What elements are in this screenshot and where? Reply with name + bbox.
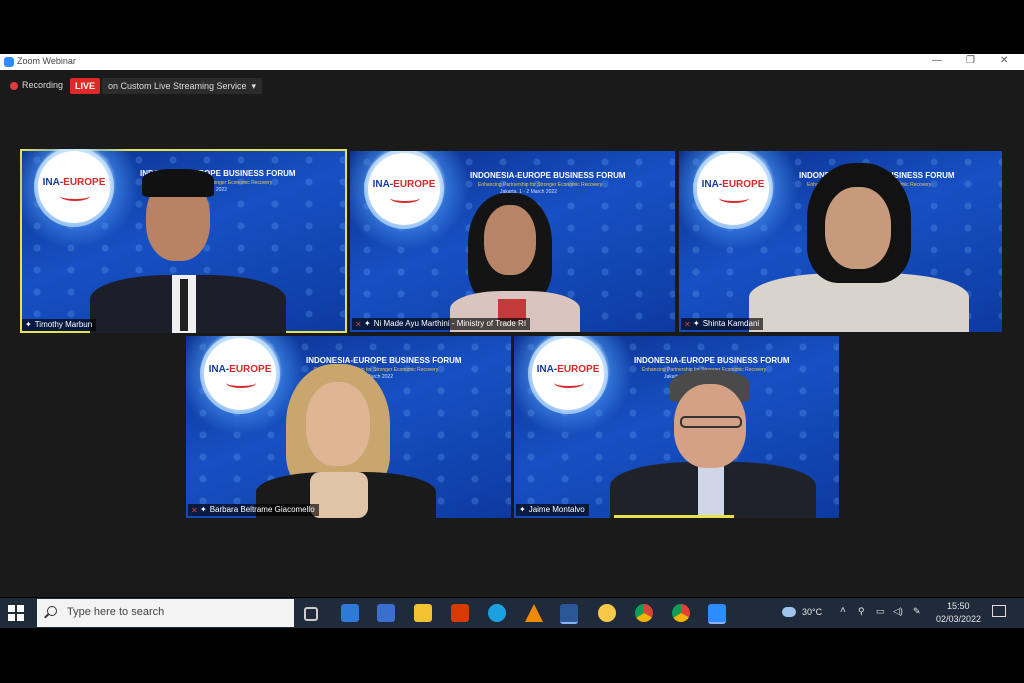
window-title: Zoom Webinar xyxy=(17,56,76,66)
pin-icon: ✦ xyxy=(693,319,700,328)
participant-video xyxy=(440,191,590,332)
minimize-icon[interactable]: — xyxy=(932,55,942,66)
forum-header: INDONESIA-EUROPE BUSINESS FORUM xyxy=(634,356,790,365)
participant-video xyxy=(250,362,440,518)
speaking-indicator xyxy=(614,515,734,518)
search-icon xyxy=(47,606,57,616)
participant-video xyxy=(90,169,290,333)
pin-icon: ✦ xyxy=(364,319,371,328)
recording-label: Recording xyxy=(22,80,64,90)
pin-icon: ✦ xyxy=(200,505,207,514)
video-tile-timothy[interactable]: INA-EUROPE INDONESIA-EUROPE BUSINESS FOR… xyxy=(20,149,347,333)
muted-mic-icon: ✕ xyxy=(191,506,198,515)
mail-icon[interactable] xyxy=(341,604,359,622)
forum-subtitle: Enhancing Partnership for Stronger Econo… xyxy=(478,182,603,188)
video-tile-jaime[interactable]: INA-EUROPE INDONESIA-EUROPE BUSINESS FOR… xyxy=(514,336,839,518)
zoom-icon[interactable] xyxy=(708,604,726,624)
weather-temp[interactable]: 30°C xyxy=(802,607,822,617)
battery-icon[interactable]: ▭ xyxy=(876,606,885,617)
vlc-icon[interactable] xyxy=(525,604,543,622)
edge-icon[interactable] xyxy=(488,604,506,622)
brave-icon[interactable] xyxy=(598,604,616,622)
streaming-service-label: on Custom Live Streaming Service xyxy=(108,81,247,91)
video-tile-barbara[interactable]: INA-EUROPE INDONESIA-EUROPE BUSINESS FOR… xyxy=(186,336,511,518)
streaming-service-dropdown[interactable]: on Custom Live Streaming Service ▾ xyxy=(102,78,262,94)
recording-icon xyxy=(10,82,18,90)
video-tile-ni-made[interactable]: INA-EUROPE INDONESIA-EUROPE BUSINESS FOR… xyxy=(350,151,675,332)
office-icon[interactable] xyxy=(451,604,469,622)
video-tile-shinta[interactable]: INA-EUROPE INDONESIA-EUROPE BUSINESS FOR… xyxy=(679,151,1002,332)
pen-icon[interactable]: ✎ xyxy=(913,606,921,617)
search-input[interactable]: Type here to search xyxy=(37,599,294,627)
chevron-up-icon[interactable]: ˄ xyxy=(840,605,846,616)
participant-video xyxy=(610,370,820,518)
network-icon[interactable]: ⚲ xyxy=(858,606,865,617)
clock-time[interactable]: 15:50 xyxy=(947,601,970,611)
participant-name-tag: ✦ Timothy Marbun xyxy=(22,319,97,331)
clock-date[interactable]: 02/03/2022 xyxy=(936,614,981,624)
file-explorer-icon[interactable] xyxy=(414,604,432,622)
restore-icon[interactable]: ❐ xyxy=(966,55,975,66)
pin-icon: ✦ xyxy=(519,505,526,514)
participant-name-tag: ✕ ✦ Shinta Kamdani xyxy=(681,318,764,330)
search-placeholder: Type here to search xyxy=(67,606,165,618)
live-badge[interactable]: LIVE xyxy=(70,78,100,94)
participant-name-tag: ✦ Jaime Montalvo xyxy=(516,504,589,516)
notification-icon[interactable] xyxy=(992,605,1006,617)
participant-video xyxy=(749,161,979,332)
word-icon[interactable] xyxy=(560,604,578,624)
store-icon[interactable] xyxy=(377,604,395,622)
task-view-icon[interactable] xyxy=(304,607,318,621)
muted-mic-icon: ✕ xyxy=(355,320,362,329)
pin-icon: ✦ xyxy=(25,320,32,329)
ina-europe-logo: INA-EUROPE xyxy=(532,338,604,410)
forum-header: INDONESIA-EUROPE BUSINESS FORUM xyxy=(470,171,626,180)
weather-icon[interactable] xyxy=(782,607,796,617)
chevron-down-icon: ▾ xyxy=(251,81,256,91)
chrome-icon[interactable] xyxy=(635,604,653,622)
ina-europe-logo: INA-EUROPE xyxy=(368,153,440,225)
speaker-icon[interactable]: ◁) xyxy=(893,606,903,617)
windows-start-icon[interactable] xyxy=(8,605,24,621)
zoom-logo-icon xyxy=(4,57,14,67)
close-icon[interactable]: ✕ xyxy=(1000,55,1008,66)
participant-name-tag: ✕ ✦ Barbara Beltrame Giacomello xyxy=(188,504,319,516)
window-title-bar: Zoom Webinar — ❐ ✕ xyxy=(0,54,1024,70)
muted-mic-icon: ✕ xyxy=(684,320,691,329)
chrome-profile-icon[interactable] xyxy=(672,604,690,622)
participant-name-tag: ✕ ✦ Ni Made Ayu Marthini - Ministry of Tra… xyxy=(352,318,531,330)
